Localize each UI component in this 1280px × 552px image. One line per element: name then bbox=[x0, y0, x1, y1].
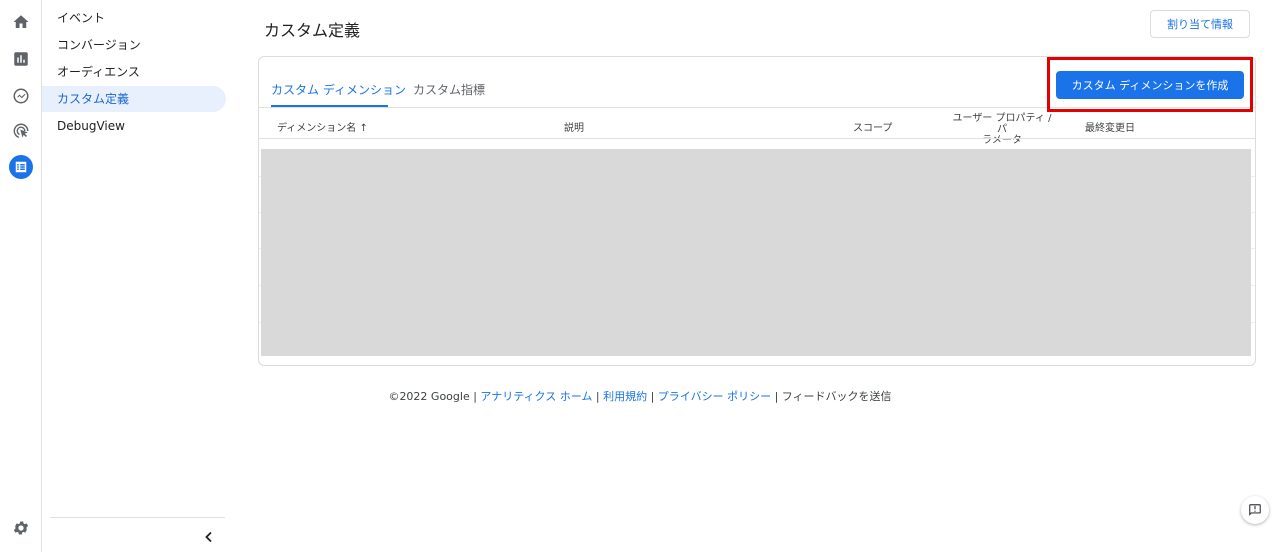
feedback-icon[interactable] bbox=[1241, 496, 1269, 524]
footer-link-privacy[interactable]: プライバシー ポリシー bbox=[658, 390, 771, 403]
table-rows-placeholder bbox=[261, 149, 1251, 356]
explore-icon[interactable] bbox=[9, 84, 33, 108]
column-header-scope[interactable]: スコープ bbox=[853, 119, 892, 134]
chevron-left-icon[interactable] bbox=[200, 528, 218, 546]
reports-icon[interactable] bbox=[9, 47, 33, 71]
sidebar: イベント コンバージョン オーディエンス カスタム定義 DebugView bbox=[42, 0, 232, 552]
sidebar-divider bbox=[50, 517, 225, 518]
sidebar-item-custom-definitions[interactable]: カスタム定義 bbox=[42, 86, 226, 112]
column-header-user-property-line1: ユーザー プロパティ / パ bbox=[952, 113, 1052, 135]
home-icon[interactable] bbox=[9, 10, 33, 34]
sidebar-item-debugview[interactable]: DebugView bbox=[42, 113, 226, 139]
column-header-dimension-name[interactable]: ディメンション名 ↑ bbox=[277, 119, 368, 134]
configure-icon[interactable] bbox=[9, 155, 33, 179]
admin-gear-icon[interactable] bbox=[9, 516, 33, 540]
column-header-description[interactable]: 説明 bbox=[564, 119, 584, 134]
footer-separator: | bbox=[647, 390, 658, 403]
column-header-dimension-name-label: ディメンション名 bbox=[277, 123, 357, 134]
create-custom-dimension-button[interactable]: カスタム ディメンションを作成 bbox=[1056, 71, 1244, 99]
column-header-user-property-line2: ラメータ bbox=[982, 135, 1022, 146]
footer-separator: | bbox=[592, 390, 604, 403]
column-header-user-property[interactable]: ユーザー プロパティ / パ ラメータ bbox=[947, 113, 1057, 146]
footer-feedback-link[interactable]: フィードバックを送信 bbox=[782, 390, 892, 403]
column-header-last-modified[interactable]: 最終変更日 bbox=[1085, 119, 1135, 134]
table-header-divider bbox=[259, 138, 1255, 139]
footer: ©2022 Google | アナリティクス ホーム | 利用規約 | プライバ… bbox=[0, 388, 1280, 404]
tab-custom-metrics[interactable]: カスタム指標 bbox=[413, 81, 485, 107]
advertising-icon[interactable] bbox=[9, 119, 33, 143]
icon-rail bbox=[0, 0, 42, 552]
page-title: カスタム定義 bbox=[264, 21, 361, 40]
sort-arrow-up-icon[interactable]: ↑ bbox=[360, 123, 368, 134]
sidebar-item-conversions[interactable]: コンバージョン bbox=[42, 32, 226, 58]
footer-link-analytics-home[interactable]: アナリティクス ホーム bbox=[480, 390, 592, 403]
assignment-info-button[interactable]: 割り当て情報 bbox=[1150, 10, 1250, 38]
footer-separator: | bbox=[771, 390, 782, 403]
footer-link-terms[interactable]: 利用規約 bbox=[603, 390, 647, 403]
footer-copyright: ©2022 Google bbox=[388, 390, 470, 403]
tab-custom-dimensions[interactable]: カスタム ディメンション bbox=[271, 81, 406, 107]
sidebar-item-audiences[interactable]: オーディエンス bbox=[42, 59, 226, 85]
footer-separator: | bbox=[469, 390, 481, 403]
sidebar-item-events[interactable]: イベント bbox=[42, 5, 226, 31]
